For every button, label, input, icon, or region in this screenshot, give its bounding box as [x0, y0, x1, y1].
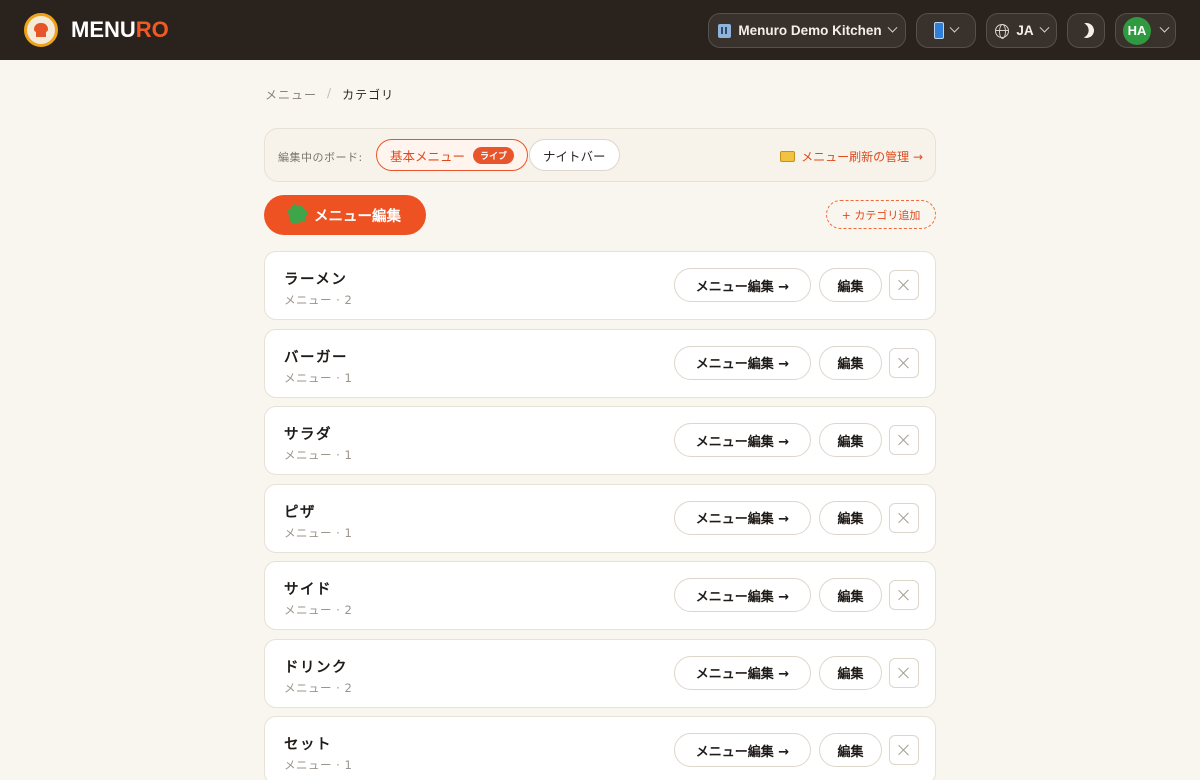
category-edit-button[interactable]: 編集 [819, 578, 882, 612]
top-navigation: MENURO Menuro Demo Kitchen JA HA [0, 0, 1200, 60]
breadcrumb-current: カテゴリ [342, 88, 395, 102]
category-name: セット [284, 737, 332, 753]
category-card: セット メニュー · 1 メニュー編集 → 編集 [264, 716, 936, 780]
close-icon [898, 512, 910, 524]
category-delete-button[interactable] [889, 657, 919, 688]
chevron-down-icon [887, 22, 898, 33]
menu-refresh-link-label: メニュー刷新の管理 → [801, 150, 923, 164]
board-tab-label: ナイトバー [543, 148, 606, 164]
category-card: ドリンク メニュー · 2 メニュー編集 → 編集 [264, 638, 936, 708]
menu-refresh-link[interactable]: メニュー刷新の管理 → [780, 148, 923, 165]
brand-name-part2: RO [135, 17, 169, 42]
category-card: ピザ メニュー · 1 メニュー編集 → 編集 [264, 483, 936, 553]
chevron-down-icon [1159, 22, 1170, 33]
category-delete-button[interactable] [889, 347, 919, 378]
category-edit-button[interactable]: 編集 [819, 655, 882, 690]
device-preview-selector[interactable] [916, 13, 976, 48]
brand-name-part1: MENU [71, 17, 136, 42]
category-name: サイド [284, 582, 332, 598]
breadcrumb-separator: / [327, 86, 333, 100]
board-tab-night-bar[interactable]: ナイトバー [529, 139, 620, 171]
category-delete-button[interactable] [889, 270, 919, 300]
category-menu-edit-button[interactable]: メニュー編集 → [674, 733, 811, 767]
breadcrumb-parent-link[interactable]: メニュー [265, 86, 317, 103]
user-menu[interactable]: HA [1115, 13, 1176, 48]
close-icon [898, 279, 910, 291]
category-menu-edit-button[interactable]: メニュー編集 → [674, 500, 811, 535]
add-category-label: + カテゴリ追加 [841, 208, 921, 222]
live-badge: ライブ [473, 146, 515, 164]
category-menu-edit-button[interactable]: メニュー編集 → [674, 345, 811, 380]
globe-icon [995, 23, 1010, 39]
category-item-count: メニュー · 1 [284, 525, 353, 540]
moon-icon [1076, 21, 1095, 40]
category-menu-edit-button[interactable]: メニュー編集 → [674, 578, 811, 612]
category-menu-edit-button[interactable]: メニュー編集 → [674, 655, 811, 690]
category-name: サラダ [284, 427, 332, 443]
add-category-button[interactable]: + カテゴリ追加 [826, 200, 936, 229]
brand-logo[interactable]: MENURO [71, 17, 169, 43]
category-list: ラーメン メニュー · 2 メニュー編集 → 編集 バーガー メニュー · 1 … [264, 251, 936, 780]
category-card: バーガー メニュー · 1 メニュー編集 → 編集 [264, 328, 936, 398]
board-selector: 編集中のボード: 基本メニュー ライブ ナイトバー メニュー刷新の管理 → [264, 128, 936, 182]
category-delete-button[interactable] [889, 425, 919, 455]
edit-menu-button-label: メニュー編集 [314, 208, 401, 225]
category-name: ラーメン [284, 272, 348, 288]
category-item-count: メニュー · 2 [284, 680, 353, 695]
close-icon [898, 589, 910, 601]
category-card: サイド メニュー · 2 メニュー編集 → 編集 [264, 561, 936, 630]
board-tab-label: 基本メニュー [390, 148, 466, 164]
category-edit-button[interactable]: 編集 [819, 733, 882, 767]
theme-toggle-button[interactable] [1067, 13, 1105, 48]
language-selector[interactable]: JA [986, 13, 1057, 48]
category-name: ピザ [284, 504, 316, 521]
close-icon [898, 667, 910, 679]
board-selector-label: 編集中のボード: [278, 151, 363, 164]
category-edit-button[interactable]: 編集 [819, 345, 882, 380]
category-delete-button[interactable] [889, 502, 919, 533]
category-delete-button[interactable] [889, 580, 919, 610]
chef-hat-icon[interactable] [24, 13, 58, 47]
category-edit-button[interactable]: 編集 [819, 423, 882, 457]
avatar: HA [1123, 16, 1151, 45]
breadcrumb: メニュー / カテゴリ [265, 86, 394, 103]
mobile-phone-icon [934, 22, 944, 39]
category-edit-button[interactable]: 編集 [819, 500, 882, 535]
category-item-count: メニュー · 1 [284, 370, 353, 385]
category-card: サラダ メニュー · 1 メニュー編集 → 編集 [264, 406, 936, 475]
restaurant-selector[interactable]: Menuro Demo Kitchen [708, 13, 906, 48]
category-card: ラーメン メニュー · 2 メニュー編集 → 編集 [264, 251, 936, 320]
category-name: バーガー [284, 349, 348, 366]
category-item-count: メニュー · 2 [284, 603, 353, 617]
building-icon [718, 23, 732, 38]
category-menu-edit-button[interactable]: メニュー編集 → [674, 423, 811, 457]
category-edit-button[interactable]: 編集 [819, 268, 882, 302]
category-item-count: メニュー · 2 [284, 293, 353, 307]
close-icon [898, 744, 910, 756]
edit-menu-button[interactable]: メニュー編集 [264, 195, 426, 235]
language-code: JA [1016, 23, 1034, 38]
board-tab-basic-menu[interactable]: 基本メニュー ライブ [376, 139, 529, 171]
puzzle-icon [287, 205, 307, 225]
category-menu-edit-button[interactable]: メニュー編集 → [674, 268, 811, 302]
close-icon [898, 434, 910, 446]
category-item-count: メニュー · 1 [284, 758, 353, 772]
chevron-down-icon [1039, 22, 1050, 33]
category-delete-button[interactable] [889, 735, 919, 765]
close-icon [898, 357, 910, 369]
restaurant-name: Menuro Demo Kitchen [738, 23, 882, 38]
category-name: ドリンク [284, 659, 348, 676]
folder-icon [780, 151, 796, 162]
category-item-count: メニュー · 1 [284, 448, 353, 462]
chevron-down-icon [949, 22, 960, 33]
